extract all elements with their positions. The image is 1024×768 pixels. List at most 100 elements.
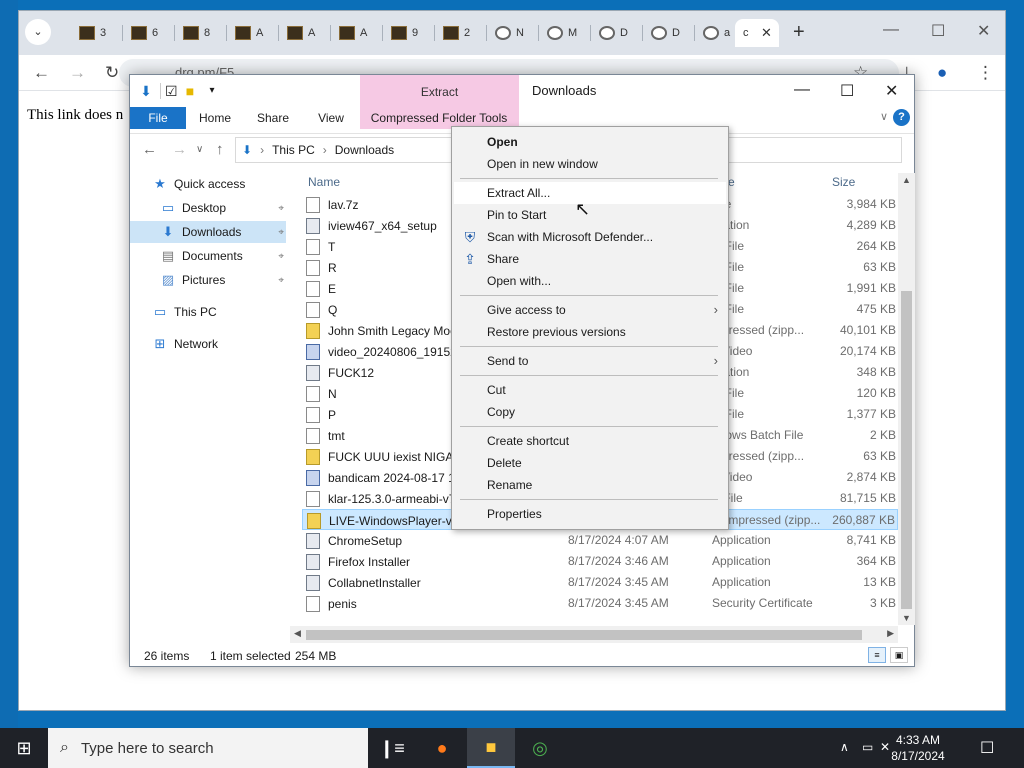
recent-locations-icon[interactable]: ∨ [196,144,203,155]
menu-item-copy[interactable]: Copy [454,401,726,423]
scrollbar-thumb[interactable] [901,291,912,609]
scroll-down-icon[interactable]: ▼ [902,613,911,623]
sidebar-item-this-pc[interactable]: ▭ This PC [130,301,286,323]
table-row[interactable]: CollabnetInstaller 8/17/2024 3:45 AM Appli… [302,572,898,593]
customize-dropdown-icon[interactable]: ▾ [204,83,220,99]
menu-item-delete[interactable]: Delete [454,452,726,474]
tab-2[interactable]: 6 [123,19,175,47]
menu-item-properties[interactable]: Properties [454,503,726,525]
horizontal-scrollbar[interactable]: ◀ ▶ [290,626,898,643]
pin-icon[interactable]: ⌖ [278,227,284,238]
scrollbar-thumb[interactable] [306,630,862,640]
menu-item-scan-with-microsoft-defender[interactable]: ⛨ Scan with Microsoft Defender... [454,226,726,248]
details-view-icon[interactable]: ≡ [868,647,886,663]
menu-item-rename[interactable]: Rename [454,474,726,496]
tab-10[interactable]: M [539,19,591,47]
forward-arrow-icon[interactable]: → [69,63,86,83]
table-row[interactable]: ChromeSetup 8/17/2024 4:07 AM Application 8… [302,530,898,551]
tab-view[interactable]: View [306,107,356,129]
file-explorer-icon[interactable]: ■ [467,728,515,768]
tab-file[interactable]: File [130,107,186,129]
task-view-icon[interactable]: ❙≡ [368,728,416,768]
menu-item-share[interactable]: ⇪ Share [454,248,726,270]
help-icon[interactable]: ? [893,109,910,126]
file-date: 8/17/2024 4:07 AM [568,533,669,547]
pin-icon[interactable]: ⌖ [278,275,284,286]
sidebar-item-network[interactable]: ⊞ Network [130,333,286,355]
column-header-size[interactable]: Size [832,175,855,189]
clock[interactable]: 4:33 AM 8/17/2024 [886,732,950,764]
tab-4[interactable]: A [227,19,279,47]
menu-item-create-shortcut[interactable]: Create shortcut [454,430,726,452]
minimize-button[interactable]: — [883,21,899,39]
scroll-right-icon[interactable]: ▶ [887,628,894,639]
folder-icon[interactable]: ■ [182,83,198,99]
scroll-left-icon[interactable]: ◀ [294,628,301,639]
breadcrumb-downloads[interactable]: Downloads [335,143,394,157]
back-arrow-icon[interactable]: ← [33,63,50,83]
documents-icon: ▤ [161,248,175,263]
tab-3[interactable]: 8 [175,19,227,47]
tab-9[interactable]: N [487,19,539,47]
sidebar-item-downloads[interactable]: ⬇ Downloads ⌖ [130,221,286,243]
close-button[interactable]: ✕ [885,81,898,101]
tab-share[interactable]: Share [248,107,298,129]
start-button[interactable]: ⊞ [0,728,48,768]
menu-item-open[interactable]: Open [454,131,726,153]
large-icons-view-icon[interactable]: ▣ [890,647,908,663]
menu-kebab-icon[interactable]: ⋮ [977,63,994,83]
image-tab-icon [443,26,459,40]
menu-item-restore-previous-versions[interactable]: Restore previous versions [454,321,726,343]
menu-item-send-to[interactable]: Send to › [454,350,726,372]
close-button[interactable]: ✕ [977,21,990,41]
column-header-name[interactable]: Name [308,175,340,189]
forward-arrow-icon[interactable]: → [172,141,187,158]
up-arrow-icon[interactable]: ↑ [216,141,224,158]
menu-item-give-access-to[interactable]: Give access to › [454,299,726,321]
tab-12[interactable]: D [643,19,695,47]
chevron-down-icon[interactable]: ∨ [880,110,888,123]
pin-icon[interactable]: ⌖ [278,203,284,214]
back-arrow-icon[interactable]: ← [142,141,157,158]
checkbox-icon[interactable]: ☑ [160,83,178,99]
menu-item-cut[interactable]: Cut [454,379,726,401]
page-body-text: This link does n [27,107,124,123]
tab-search-button[interactable]: ⌄ [25,19,51,45]
menu-item-open-with[interactable]: Open with... [454,270,726,292]
tab-5[interactable]: A [279,19,331,47]
firefox-icon[interactable]: ● [418,728,466,768]
file-size: 40,101 KB [839,323,896,337]
sidebar-item-quick-access[interactable]: ★ Quick access [130,173,286,195]
column-header-type[interactable]: e [728,175,735,189]
reload-icon[interactable]: ↻ [105,63,119,83]
network-icon[interactable]: ▭ [862,740,873,754]
tab-8[interactable]: 2 [435,19,487,47]
new-tab-button[interactable]: + [793,21,805,44]
minimize-button[interactable]: — [794,81,810,99]
sidebar-item-documents[interactable]: ▤ Documents ⌖ [130,245,286,267]
vertical-scrollbar[interactable]: ▲ ▼ [898,173,915,625]
tab-11[interactable]: D [591,19,643,47]
taskbar-search[interactable]: ⌕ Type here to search [48,728,368,768]
maximize-button[interactable]: ☐ [840,81,854,101]
menu-item-open-in-new-window[interactable]: Open in new window [454,153,726,175]
tab-home[interactable]: Home [190,107,240,129]
notifications-icon[interactable]: ☐ [980,738,994,758]
tab-7[interactable]: 9 [383,19,435,47]
pin-icon[interactable]: ⌖ [278,251,284,262]
tab-6[interactable]: A [331,19,383,47]
status-item-count: 26 items [144,649,190,663]
scroll-up-icon[interactable]: ▲ [902,175,911,185]
show-hidden-icons-chevron-icon[interactable]: ∧ [840,740,849,754]
table-row[interactable]: penis 8/17/2024 3:45 AM Security Certifica… [302,593,898,614]
maximize-button[interactable]: ☐ [931,21,945,41]
close-icon[interactable]: ✕ [761,25,772,41]
tab-1[interactable]: 3 [71,19,123,47]
sidebar-item-pictures[interactable]: ▨ Pictures ⌖ [130,269,286,291]
table-row[interactable]: Firefox Installer 8/17/2024 3:46 AM Applic… [302,551,898,572]
tab-active[interactable]: c ✕ [735,19,779,47]
sidebar-item-desktop[interactable]: ▭ Desktop ⌖ [130,197,286,219]
chrome-icon[interactable]: ◎ [516,728,564,768]
breadcrumb-this-pc[interactable]: This PC [272,143,315,157]
profile-avatar-icon[interactable]: ● [937,63,947,83]
